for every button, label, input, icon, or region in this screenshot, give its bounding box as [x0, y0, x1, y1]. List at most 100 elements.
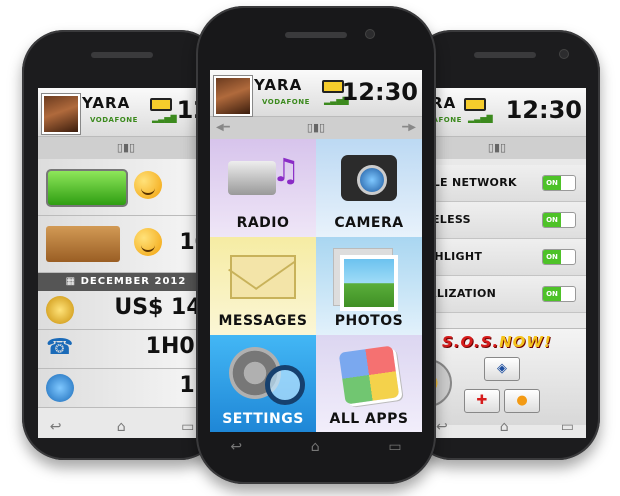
- arrow-left-icon[interactable]: ◀━: [216, 117, 230, 139]
- recent-apps-icon[interactable]: ▭: [181, 419, 194, 435]
- magnifier-icon: [265, 365, 306, 405]
- back-icon[interactable]: ↩: [230, 439, 242, 455]
- setting-row-wireless[interactable]: VIRELESS ON: [410, 202, 586, 239]
- medical-button[interactable]: ✚: [464, 389, 500, 413]
- setting-row-flashlight[interactable]: LASHLIGHT ON: [410, 239, 586, 276]
- shield-icon: ◈: [497, 361, 507, 376]
- sos-title: S.O.S.NOW!: [442, 333, 552, 351]
- coins-icon: [46, 296, 74, 324]
- front-camera: [560, 50, 568, 58]
- status-bar: YARA VODAFONE ▂▃▅▇ 12:30: [210, 70, 422, 117]
- camera-icon: [341, 155, 397, 201]
- recent-apps-icon[interactable]: ▭: [388, 439, 401, 455]
- toggle-switch[interactable]: ON: [542, 286, 576, 302]
- setting-row-localization[interactable]: OCALIZATION ON: [410, 276, 586, 313]
- carrier-name: VODAFONE: [262, 98, 310, 106]
- status-bar: YARA VODAFONE ▂▃▅▇ 12: [38, 88, 214, 137]
- signal-icon: ▂▃▅▇: [152, 114, 177, 123]
- smiley-icon: [134, 228, 162, 256]
- toggle-state: ON: [543, 176, 561, 190]
- tile-label: ALL APPS: [329, 411, 409, 427]
- sos-now-label: NOW!: [499, 333, 552, 351]
- alarm-icon: ●: [516, 393, 528, 408]
- nav-bar: ↩ ⌂ ▭: [22, 412, 222, 442]
- tile-label: PHOTOS: [334, 313, 404, 329]
- book-icon: ▯▮▯: [306, 121, 326, 134]
- home-icon[interactable]: ⌂: [117, 419, 126, 435]
- phone-icon: ☎: [46, 335, 74, 360]
- toggle-state: ON: [543, 250, 561, 264]
- center-screen: YARA VODAFONE ▂▃▅▇ 12:30 ◀━ ▯▮▯ ━▶ ♫ RAD…: [210, 70, 422, 432]
- recent-apps-icon[interactable]: ▭: [561, 419, 574, 435]
- messages-tile[interactable]: MESSAGES: [210, 237, 316, 335]
- home-icon[interactable]: ⌂: [500, 419, 509, 435]
- alarm-button[interactable]: ●: [504, 389, 540, 413]
- nav-bar: ↩ ⌂ ▭: [410, 412, 600, 442]
- sos-panel: S.O.S.NOW! ◈ ✚ ●: [410, 328, 586, 425]
- battery-icon: [464, 98, 486, 111]
- toggle-switch[interactable]: ON: [542, 212, 576, 228]
- signal-icon: ▂▃▅▇: [468, 114, 493, 123]
- setting-row-mobile-network[interactable]: OBILE NETWORK ON: [410, 165, 586, 202]
- page-indicator: ◀━ ▯▮▯ ━▶: [210, 117, 422, 139]
- globe-icon: [46, 374, 74, 402]
- tile-label: RADIO: [236, 215, 290, 231]
- sos-label: S.O.S.: [442, 333, 500, 351]
- calendar-icon: ▦: [65, 276, 81, 287]
- user-name: YARA: [82, 94, 131, 112]
- toggle-switch[interactable]: ON: [542, 249, 576, 265]
- call-time-row[interactable]: ☎ 1H08: [38, 330, 214, 369]
- app-grid: ♫ RADIO CAMERA MESSAGES PHOTOS SETTINGS: [210, 139, 422, 432]
- date-bar: ▦ DECEMBER 2012: [38, 273, 214, 291]
- page-indicator: ▯▮▯: [410, 137, 586, 159]
- data-row[interactable]: 15: [38, 369, 214, 408]
- clock: 12:30: [341, 78, 418, 106]
- page-indicator: ▯▮▯: [38, 137, 214, 159]
- photos-tile[interactable]: PHOTOS: [316, 237, 422, 335]
- police-shield-button[interactable]: ◈: [484, 357, 520, 381]
- left-screen: YARA VODAFONE ▂▃▅▇ 12 ▯▮▯ 1 10 ▦ DECEMBE…: [38, 88, 214, 438]
- radio-icon: [228, 161, 277, 195]
- back-icon[interactable]: ↩: [436, 419, 448, 435]
- clock: 12:30: [505, 96, 582, 124]
- user-name: YARA: [254, 76, 303, 94]
- arrow-right-icon[interactable]: ━▶: [402, 117, 416, 139]
- cross-icon: ✚: [476, 393, 488, 408]
- battery-large-icon: [46, 169, 128, 207]
- radio-tile[interactable]: ♫ RADIO: [210, 139, 316, 237]
- speaker: [474, 52, 536, 58]
- camera-tile[interactable]: CAMERA: [316, 139, 422, 237]
- tile-label: CAMERA: [334, 215, 404, 231]
- avatar[interactable]: [42, 94, 80, 134]
- book-icon: ▯▮▯: [116, 141, 136, 154]
- right-screen: YARA VODAFONE ▂▃▅▇ 12:30 ▯▮▯ OBILE NETWO…: [410, 88, 586, 438]
- home-row[interactable]: 10: [38, 216, 214, 273]
- speaker: [285, 32, 347, 38]
- balance-row[interactable]: US$ 14,: [38, 291, 214, 330]
- music-note-icon: ♫: [271, 151, 301, 189]
- speaker: [91, 52, 153, 58]
- envelope-icon: [230, 255, 296, 299]
- avatar[interactable]: [214, 76, 252, 116]
- book-icon: ▯▮▯: [487, 141, 507, 154]
- tile-label: SETTINGS: [222, 411, 304, 427]
- battery-icon: [150, 98, 172, 111]
- date-label: DECEMBER 2012: [80, 276, 187, 287]
- toggle-state: ON: [543, 287, 561, 301]
- home-icon[interactable]: ⌂: [311, 439, 320, 455]
- phone-left: YARA VODAFONE ▂▃▅▇ 12 ▯▮▯ 1 10 ▦ DECEMBE…: [22, 30, 222, 460]
- back-icon[interactable]: ↩: [50, 419, 62, 435]
- photos-icon: [340, 255, 398, 311]
- settings-tile[interactable]: SETTINGS: [210, 335, 316, 432]
- phone-center: YARA VODAFONE ▂▃▅▇ 12:30 ◀━ ▯▮▯ ━▶ ♫ RAD…: [196, 6, 436, 484]
- apps-grid-icon: [338, 345, 400, 405]
- all-apps-tile[interactable]: ALL APPS: [316, 335, 422, 432]
- carrier-name: VODAFONE: [90, 116, 138, 124]
- nav-bar: ↩ ⌂ ▭: [196, 432, 436, 462]
- phone-right: YARA VODAFONE ▂▃▅▇ 12:30 ▯▮▯ OBILE NETWO…: [410, 30, 600, 460]
- battery-row[interactable]: 1: [38, 159, 214, 216]
- front-camera: [366, 30, 374, 38]
- sofa-icon: [46, 226, 120, 262]
- toggle-switch[interactable]: ON: [542, 175, 576, 191]
- toggle-state: ON: [543, 213, 561, 227]
